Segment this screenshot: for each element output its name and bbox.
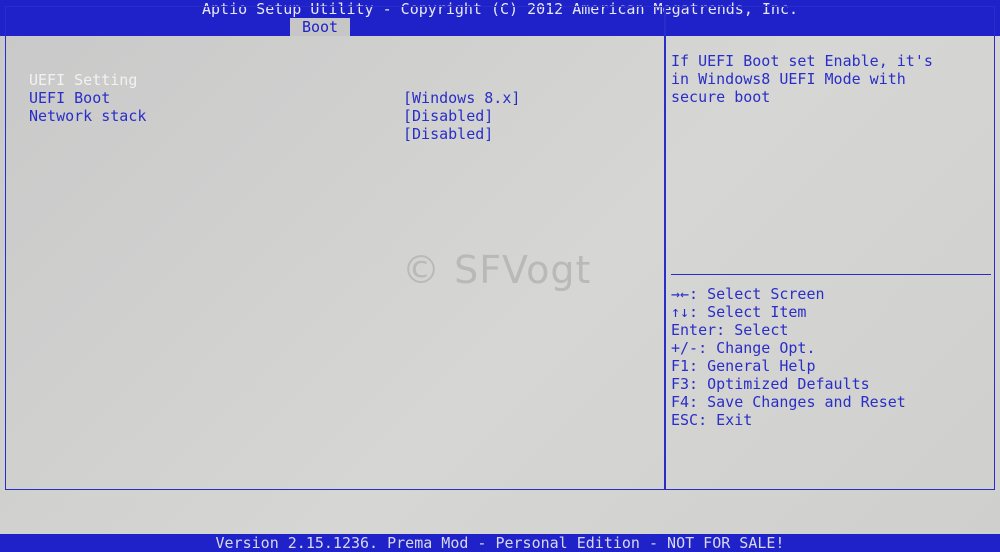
setting-row-network-stack[interactable]: Network stack [Disabled]: [29, 89, 493, 143]
watermark: © SFVogt: [402, 248, 592, 292]
help-divider: [671, 274, 991, 275]
key-change-opt: +/-: Change Opt.: [671, 339, 816, 357]
setting-label: Network stack: [29, 107, 147, 125]
key-optimized-defaults: F3: Optimized Defaults: [671, 375, 870, 393]
setting-value[interactable]: [Windows 8.x]: [403, 89, 520, 107]
setting-row-uefi-boot[interactable]: UEFI Boot [Disabled]: [29, 71, 493, 125]
key-select-item: ↑↓: Select Item: [671, 303, 807, 321]
key-general-help: F1: General Help: [671, 357, 816, 375]
key-select-screen: →←: Select Screen: [671, 285, 825, 303]
key-esc-exit: ESC: Exit: [671, 411, 753, 429]
version-footer: Version 2.15.1236. Prema Mod - Personal …: [215, 534, 785, 552]
setting-value[interactable]: [Disabled]: [403, 107, 493, 125]
help-text: If UEFI Boot set Enable, it's in Windows…: [671, 52, 933, 106]
setting-row-uefi-setting[interactable]: UEFI Setting [Windows 8.x]: [29, 53, 520, 107]
key-legend: →←: Select Screen ↑↓: Select Item Enter:…: [671, 285, 906, 429]
key-enter-select: Enter: Select: [671, 321, 789, 339]
setting-value[interactable]: [Disabled]: [403, 125, 493, 143]
key-save-reset: F4: Save Changes and Reset: [671, 393, 906, 411]
